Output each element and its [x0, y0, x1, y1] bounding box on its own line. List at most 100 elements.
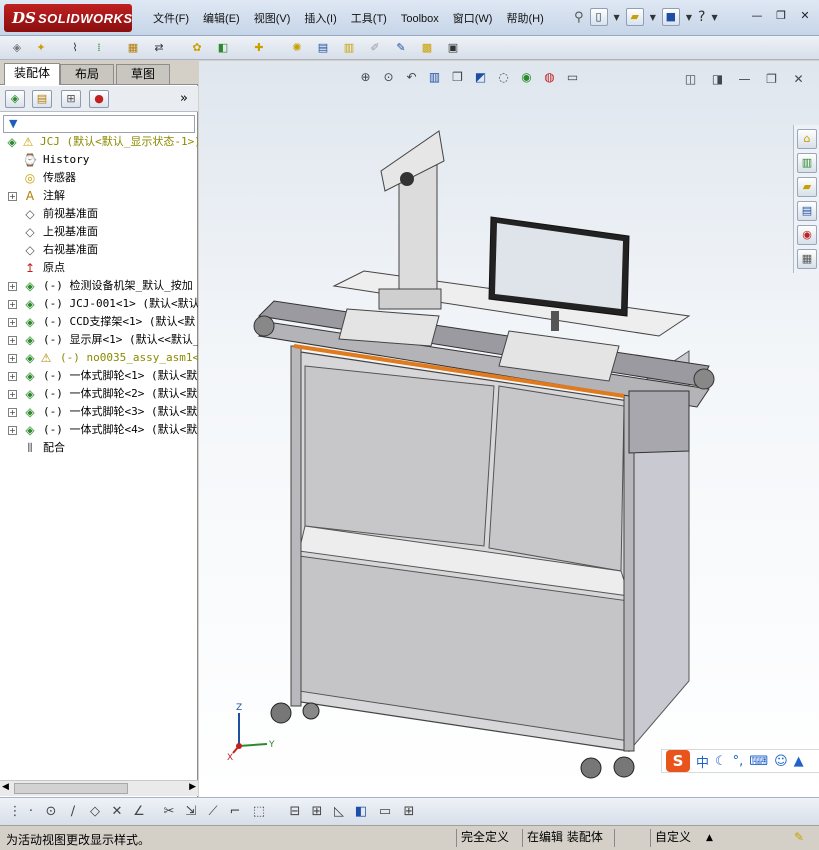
expand-toggle-icon[interactable]: + [8, 192, 17, 201]
tree-item[interactable]: + ◈ (-) 显示屏<1> (默认<<默认_ [0, 331, 198, 349]
minimize-icon[interactable]: — [749, 9, 765, 23]
tree-item[interactable]: + ◈ (-) CCD支撑架<1> (默认<默 [0, 313, 198, 331]
custom-properties-icon[interactable]: ▦ [797, 249, 817, 269]
help-dropdown-icon[interactable]: ▼ [711, 13, 717, 22]
expand-panel-icon[interactable]: » [180, 91, 188, 106]
display-manager-icon[interactable]: ● [89, 90, 109, 108]
tree-item[interactable]: ◇ 前视基准面 [0, 205, 198, 223]
circle-center-icon[interactable]: ⊙ [42, 803, 60, 821]
skin-icon[interactable]: ▲ [794, 754, 804, 769]
ime-toolbar[interactable]: S 中 ☾ °, ⌨ ☺ ▲ [661, 749, 819, 773]
tree-item[interactable]: + ◈ ⚠ (-) no0035_assy_asm1<1> [0, 349, 198, 367]
scrollbar-thumb[interactable] [14, 783, 128, 794]
save-icon[interactable]: ■ [661, 8, 680, 26]
scroll-left-icon[interactable]: ◀ [2, 782, 9, 792]
tree-item[interactable]: ↥ 原点 [0, 259, 198, 277]
open-dropdown-icon[interactable]: ▼ [650, 13, 656, 22]
menu-window[interactable]: 窗口(W) [446, 10, 500, 28]
scroll-right-icon[interactable]: ▶ [189, 782, 196, 792]
menu-insert[interactable]: 插入(I) [297, 10, 343, 28]
menu-view[interactable]: 视图(V) [247, 10, 298, 28]
offset-icon[interactable]: ⟋ [204, 803, 222, 821]
new-dropdown-icon[interactable]: ▼ [614, 13, 620, 22]
home-icon[interactable]: ⌂ [797, 129, 817, 149]
new-part-icon[interactable]: ✦ [32, 39, 50, 56]
tree-item[interactable]: + ◈ (-) 一体式脚轮<4> (默认<默 [0, 421, 198, 439]
line-icon[interactable]: ∕ [64, 803, 82, 821]
solidworks-logo[interactable]: DS SOLIDWORKS [4, 4, 132, 32]
tab-sketch[interactable]: 草图 [116, 64, 170, 84]
pin-icon[interactable]: ⚲ [574, 10, 584, 25]
mate-icon[interactable]: ⁞ [90, 39, 108, 56]
menu-tools[interactable]: 工具(T) [344, 10, 394, 28]
close-icon[interactable]: ✕ [797, 9, 813, 23]
units-selector[interactable]: 自定义 [650, 829, 700, 847]
feature-manager-icon[interactable]: ◈ [5, 90, 25, 108]
insert-component-icon[interactable]: ◈ [8, 39, 26, 56]
trim-icon[interactable]: ✂ [160, 803, 178, 821]
tree-item[interactable]: + ◈ (-) 一体式脚轮<2> (默认<默 [0, 385, 198, 403]
tree-item[interactable]: + ◈ (-) JCJ-001<1> (默认<默认 [0, 295, 198, 313]
restore-icon[interactable]: ❐ [773, 9, 789, 23]
expand-toggle-icon[interactable]: + [8, 372, 17, 381]
save-dropdown-icon[interactable]: ▼ [686, 13, 692, 22]
graphics-area[interactable]: ⊕ ⊙ ↶ ▥ ❒ ◩ ◌ ◉ ◍ ▭ ◫ ◨ — ❐ ✕ ⌂ ▥ ▰ ▤ ◉ … [199, 61, 819, 797]
tree-filter[interactable]: ▼ [3, 115, 195, 133]
menu-file[interactable]: 文件(F) [146, 10, 196, 28]
filter-icon[interactable]: ▼ [9, 117, 17, 130]
polygon-icon[interactable]: ◇ [86, 803, 104, 821]
component-pattern-icon[interactable]: ▦ [124, 39, 142, 56]
tree-item[interactable]: ◎ 传感器 [0, 169, 198, 187]
keyboard-icon[interactable]: ⌨ [749, 754, 768, 769]
expand-toggle-icon[interactable]: + [8, 336, 17, 345]
tree-item[interactable]: ◇ 上视基准面 [0, 223, 198, 241]
bom-icon[interactable]: ▥ [340, 39, 358, 56]
expand-toggle-icon[interactable]: + [8, 354, 17, 363]
menu-help[interactable]: 帮助(H) [499, 10, 550, 28]
menu-toolbox[interactable]: Toolbox [394, 10, 446, 28]
triangle-icon[interactable]: ◺ [330, 803, 348, 821]
assembly-model[interactable] [199, 61, 819, 797]
appearances-icon[interactable]: ◉ [797, 225, 817, 245]
expand-toggle-icon[interactable]: + [8, 426, 17, 435]
punctuation-icon[interactable]: °, [733, 754, 744, 769]
tree-root[interactable]: ◈ ⚠ JCJ (默认<默认_显示状态-1>) [0, 133, 198, 151]
units-caret-icon[interactable]: ▲ [706, 833, 713, 843]
new-document-icon[interactable]: ▯ [589, 8, 608, 26]
tree-item[interactable]: + A 注解 [0, 187, 198, 205]
design-library-icon[interactable]: ▥ [797, 153, 817, 173]
intersection-icon[interactable]: ✕ [108, 803, 126, 821]
expand-toggle-icon[interactable]: + [8, 408, 17, 417]
expand-toggle-icon[interactable]: + [8, 300, 17, 309]
paperclip-icon[interactable]: ⌇ [66, 39, 84, 56]
tree-item[interactable]: + ◈ (-) 一体式脚轮<1> (默认<默 [0, 367, 198, 385]
dimension-icon[interactable]: ⊟ [286, 803, 304, 821]
extend-icon[interactable]: ⇲ [182, 803, 200, 821]
tree-item[interactable]: ◇ 右视基准面 [0, 241, 198, 259]
show-hidden-icon[interactable]: ◧ [214, 39, 232, 56]
grid-icon[interactable]: ⊞ [308, 803, 326, 821]
menu-edit[interactable]: 编辑(E) [196, 10, 247, 28]
property-manager-icon[interactable]: ▤ [32, 90, 52, 108]
view-split-icon[interactable]: ▭ [376, 803, 394, 821]
smart-fasteners-icon[interactable]: ✚ [250, 39, 268, 56]
point-icon[interactable]: · [22, 803, 40, 821]
interference-icon[interactable]: ✐ [366, 39, 384, 56]
expand-toggle-icon[interactable]: + [8, 318, 17, 327]
shaded-box-icon[interactable]: ◧ [352, 803, 370, 821]
corner-icon[interactable]: ⌐ [226, 803, 244, 821]
view-four-icon[interactable]: ⊞ [400, 803, 418, 821]
tree-horizontal-scrollbar[interactable]: ◀ ▶ [0, 780, 198, 796]
open-folder-icon[interactable]: ▰ [625, 8, 644, 26]
tree-item[interactable]: ⫴ 配合 [0, 439, 198, 457]
tree-item[interactable]: + ◈ (-) 一体式脚轮<3> (默认<默 [0, 403, 198, 421]
reference-geometry-icon[interactable]: ▤ [314, 39, 332, 56]
expand-toggle-icon[interactable]: + [8, 282, 17, 291]
moon-icon[interactable]: ☾ [715, 754, 727, 769]
expand-toggle-icon[interactable]: + [8, 390, 17, 399]
help-icon[interactable]: ? [698, 9, 705, 25]
explode-view-icon[interactable]: ✺ [288, 39, 306, 56]
tab-assembly[interactable]: 装配体 [4, 63, 60, 85]
tree-item[interactable]: + ◈ (-) 检测设备机架_默认_按加 [0, 277, 198, 295]
move-component-icon[interactable]: ⇄ [150, 39, 168, 56]
